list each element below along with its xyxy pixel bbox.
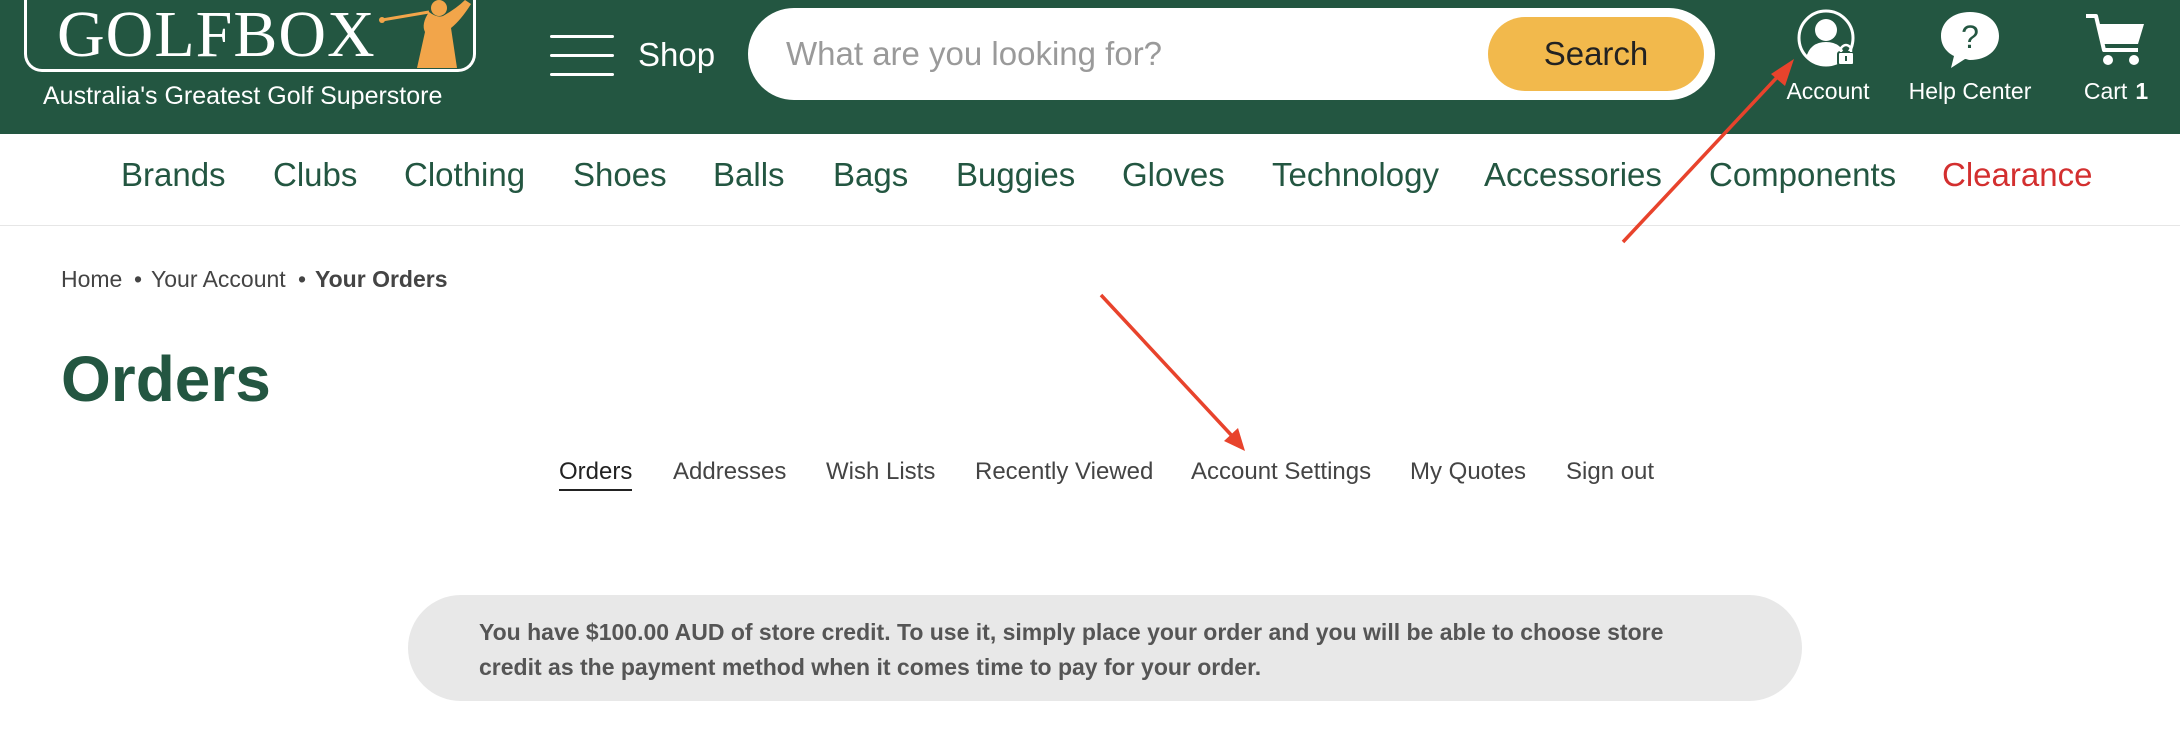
logo-tagline: Australia's Greatest Golf Superstore xyxy=(43,82,443,110)
store-credit-notice: You have $100.00 AUD of store credit. To… xyxy=(408,595,1802,701)
breadcrumb-separator: • xyxy=(298,266,307,292)
breadcrumb-home[interactable]: Home xyxy=(61,266,122,293)
nav-item-buggies[interactable]: Buggies xyxy=(956,156,1075,194)
tab-addresses[interactable]: Addresses xyxy=(673,458,786,486)
arrow-to-account-settings-icon xyxy=(1099,293,1245,451)
tab-sign-out[interactable]: Sign out xyxy=(1566,458,1654,486)
nav-item-brands[interactable]: Brands xyxy=(121,156,226,194)
nav-item-clubs[interactable]: Clubs xyxy=(273,156,357,194)
account-label: Account xyxy=(1786,78,1870,104)
page-title: Orders xyxy=(61,343,271,415)
hamburger-icon[interactable] xyxy=(550,34,614,76)
golfer-logo-icon xyxy=(379,0,471,68)
help-center-label: Help Center xyxy=(1908,78,2032,104)
nav-item-accessories[interactable]: Accessories xyxy=(1484,156,1662,194)
category-nav: Brands Clubs Clothing Shoes Balls Bags B… xyxy=(0,134,2180,226)
golfbox-logo[interactable]: GOLFBOX xyxy=(24,0,476,72)
tab-wish-lists[interactable]: Wish Lists xyxy=(826,458,935,486)
shop-label: Shop xyxy=(638,36,716,73)
account-link[interactable]: Account xyxy=(1780,8,1876,105)
nav-item-shoes[interactable]: Shoes xyxy=(573,156,667,194)
tab-account-settings[interactable]: Account Settings xyxy=(1191,458,1371,486)
breadcrumb-your-account[interactable]: Your Account xyxy=(151,266,286,293)
breadcrumb-separator: • xyxy=(134,266,143,292)
tab-my-quotes[interactable]: My Quotes xyxy=(1410,458,1526,486)
nav-item-technology[interactable]: Technology xyxy=(1272,156,1439,194)
tab-recently-viewed[interactable]: Recently Viewed xyxy=(975,458,1153,486)
store-credit-text: You have $100.00 AUD of store credit. To… xyxy=(479,619,1664,680)
site-header: GOLFBOX Australia's Greatest Golf Supers… xyxy=(0,0,2180,134)
logo-text: GOLFBOX xyxy=(57,0,376,71)
nav-item-clothing[interactable]: Clothing xyxy=(404,156,525,194)
cart-label: Cart xyxy=(2083,78,2128,104)
cart-link[interactable]: Cart 1 xyxy=(2056,8,2176,105)
nav-item-balls[interactable]: Balls xyxy=(713,156,785,194)
nav-item-components[interactable]: Components xyxy=(1709,156,1896,194)
account-lock-icon xyxy=(1797,9,1855,67)
cart-icon xyxy=(2086,14,2144,65)
nav-item-clearance[interactable]: Clearance xyxy=(1942,156,2092,194)
help-bubble-icon: ? xyxy=(1941,12,1999,68)
cart-count: 1 xyxy=(2135,78,2149,104)
help-center-link[interactable]: ? Help Center xyxy=(1900,8,2040,105)
help-glyph: ? xyxy=(1961,19,1979,55)
nav-item-gloves[interactable]: Gloves xyxy=(1122,156,1225,194)
cart-label-wrap: Cart 1 xyxy=(2084,78,2148,105)
search-input[interactable] xyxy=(786,26,1466,82)
breadcrumb-your-orders: Your Orders xyxy=(315,266,448,292)
search-button[interactable]: Search xyxy=(1488,17,1704,91)
shop-menu-button[interactable]: Shop xyxy=(550,32,715,78)
nav-item-bags[interactable]: Bags xyxy=(833,156,908,194)
search-bar: Search xyxy=(748,8,1715,100)
tab-orders[interactable]: Orders xyxy=(559,458,633,491)
